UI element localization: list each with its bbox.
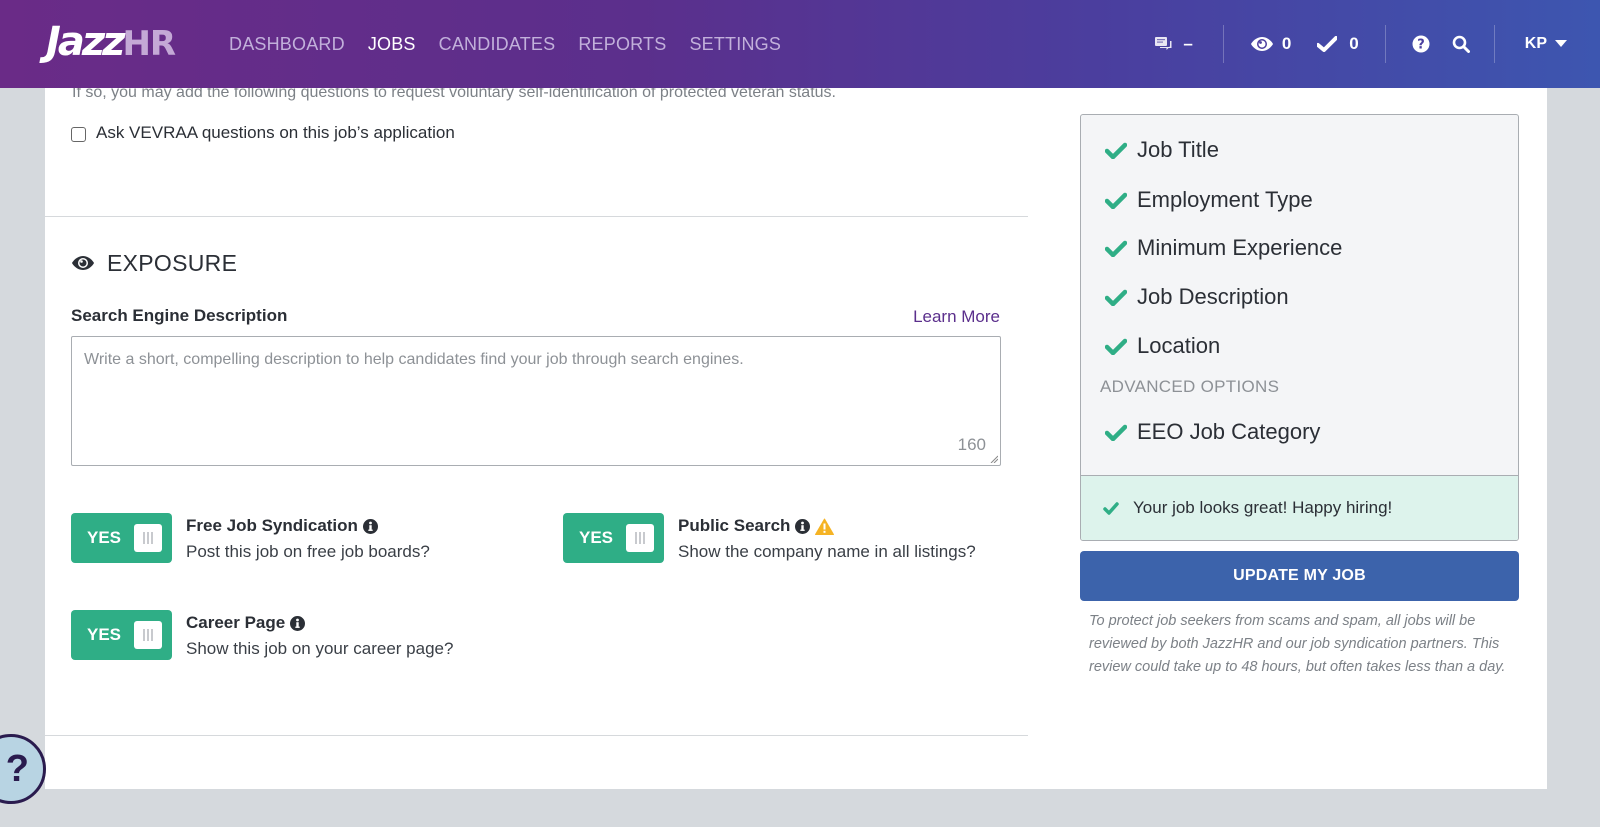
check-icon	[1105, 240, 1127, 257]
jazzhr-logo[interactable]: Jazz HR	[46, 19, 176, 65]
vevraa-checkbox-label[interactable]: Ask VEVRAA questions on this job’s appli…	[96, 123, 455, 143]
checklist-item[interactable]: Job Description	[1105, 284, 1289, 310]
learn-more-link[interactable]: Learn More	[913, 307, 1000, 327]
checklist-item[interactable]: Employment Type	[1105, 187, 1313, 213]
career-page-title: Career Page	[186, 613, 286, 632]
check-icon	[1103, 501, 1119, 515]
caret-down-icon	[1555, 40, 1567, 48]
checklist-item-label: Location	[1137, 333, 1221, 358]
free-job-syndication-title: Free Job Syndication	[186, 516, 358, 535]
info-icon[interactable]	[290, 615, 306, 631]
search-button[interactable]	[1452, 35, 1470, 53]
nav-settings[interactable]: SETTINGS	[689, 34, 781, 55]
user-menu[interactable]: KP	[1525, 35, 1567, 53]
advanced-options-label: ADVANCED OPTIONS	[1100, 377, 1280, 396]
nav-dashboard[interactable]: DASHBOARD	[229, 34, 345, 55]
info-icon[interactable]	[362, 518, 378, 534]
check-icon	[1105, 142, 1127, 159]
help-widget-button[interactable]: ?	[0, 734, 46, 804]
check-icon	[1105, 289, 1127, 306]
header-actions: – 0 0 ? KP	[1155, 0, 1600, 88]
messages-button[interactable]: –	[1155, 34, 1193, 54]
career-page-description: Show this job on your career page?	[186, 639, 454, 658]
review-notice: To protect job seekers from scams and sp…	[1089, 613, 1506, 675]
eye-icon	[71, 250, 95, 277]
exposure-title-text: EXPOSURE	[107, 250, 238, 276]
free-job-syndication-description: Post this job on free job boards?	[186, 542, 430, 561]
nav-jobs[interactable]: JOBS	[368, 34, 416, 55]
search-engine-description-input[interactable]	[72, 337, 1000, 465]
search-engine-description-label: Search Engine Description	[71, 306, 288, 325]
toggle-knob[interactable]	[134, 524, 162, 552]
toggle-knob[interactable]	[134, 621, 162, 649]
free-job-syndication-toggle[interactable]: YES	[71, 513, 172, 563]
vevraa-checkbox[interactable]	[71, 127, 86, 142]
exposure-section-title: EXPOSURE	[71, 250, 237, 277]
user-initials: KP	[1524, 35, 1547, 52]
public-search-toggle[interactable]: YES	[563, 513, 664, 563]
question-mark-icon: ?	[5, 747, 29, 790]
main-nav: DASHBOARD JOBS CANDIDATES REPORTS SETTIN…	[229, 0, 804, 88]
svg-text:?: ?	[1417, 38, 1425, 53]
eye-icon	[1250, 36, 1274, 52]
views-count: 0	[1281, 34, 1292, 53]
question-circle-icon: ?	[1412, 35, 1430, 53]
chat-bubbles-icon	[1155, 36, 1173, 52]
public-search-description: Show the company name in all listings?	[678, 542, 976, 561]
nav-reports[interactable]: REPORTS	[578, 34, 666, 55]
checklist-item[interactable]: Location	[1105, 333, 1220, 359]
public-search-title: Public Search	[678, 516, 791, 535]
checklist-item-label: Job Title	[1137, 137, 1219, 162]
check-icon	[1105, 338, 1127, 355]
help-button[interactable]: ?	[1412, 35, 1430, 53]
section-divider	[45, 735, 1028, 736]
checklist-item[interactable]: Job Title	[1105, 137, 1219, 163]
check-icon	[1105, 424, 1127, 441]
public-search-setting: YES Public Search Show the company name …	[563, 513, 976, 563]
info-icon[interactable]	[795, 518, 811, 534]
check-icon	[1105, 192, 1127, 209]
character-count: 160	[957, 435, 986, 454]
logo-hr: HR	[122, 24, 176, 64]
success-message-text: Your job looks great! Happy hiring!	[1133, 498, 1393, 517]
views-button[interactable]: 0	[1250, 34, 1291, 54]
checklist-item-label: EEO Job Category	[1137, 419, 1321, 444]
success-message: Your job looks great! Happy hiring!	[1081, 475, 1518, 540]
search-engine-description-field-wrapper: 160	[71, 336, 1001, 466]
free-job-syndication-setting: YES Free Job Syndication Post this job o…	[71, 513, 430, 563]
warning-icon[interactable]	[815, 518, 835, 535]
resize-handle-icon[interactable]	[990, 455, 998, 463]
approvals-button[interactable]: 0	[1317, 34, 1359, 54]
section-divider	[45, 216, 1028, 217]
job-completion-checklist: Job Title Employment Type Minimum Experi…	[1080, 114, 1519, 541]
career-page-toggle[interactable]: YES	[71, 610, 172, 660]
messages-value: –	[1183, 34, 1193, 53]
top-navigation-bar: Jazz HR DASHBOARD JOBS CANDIDATES REPORT…	[0, 0, 1600, 88]
vevraa-checkbox-row[interactable]: Ask VEVRAA questions on this job’s appli…	[71, 123, 455, 143]
search-icon	[1452, 35, 1470, 53]
checklist-item-label: Employment Type	[1137, 187, 1313, 212]
checklist-item[interactable]: Minimum Experience	[1105, 235, 1342, 261]
toggle-state-label: YES	[87, 528, 122, 547]
update-my-job-button[interactable]: UPDATE MY JOB	[1080, 551, 1519, 601]
checklist-item-label: Job Description	[1137, 284, 1289, 309]
checklist-item[interactable]: EEO Job Category	[1105, 419, 1320, 445]
toggle-state-label: YES	[579, 528, 614, 547]
career-page-setting: YES Career Page Show this job on your ca…	[71, 610, 453, 660]
toggle-state-label: YES	[87, 625, 122, 644]
approvals-count: 0	[1349, 34, 1359, 53]
checklist-item-label: Minimum Experience	[1137, 235, 1343, 260]
logo-jazz: Jazz	[46, 19, 125, 65]
nav-candidates[interactable]: CANDIDATES	[439, 34, 556, 55]
checkmark-icon	[1317, 36, 1338, 52]
toggle-knob[interactable]	[626, 524, 654, 552]
